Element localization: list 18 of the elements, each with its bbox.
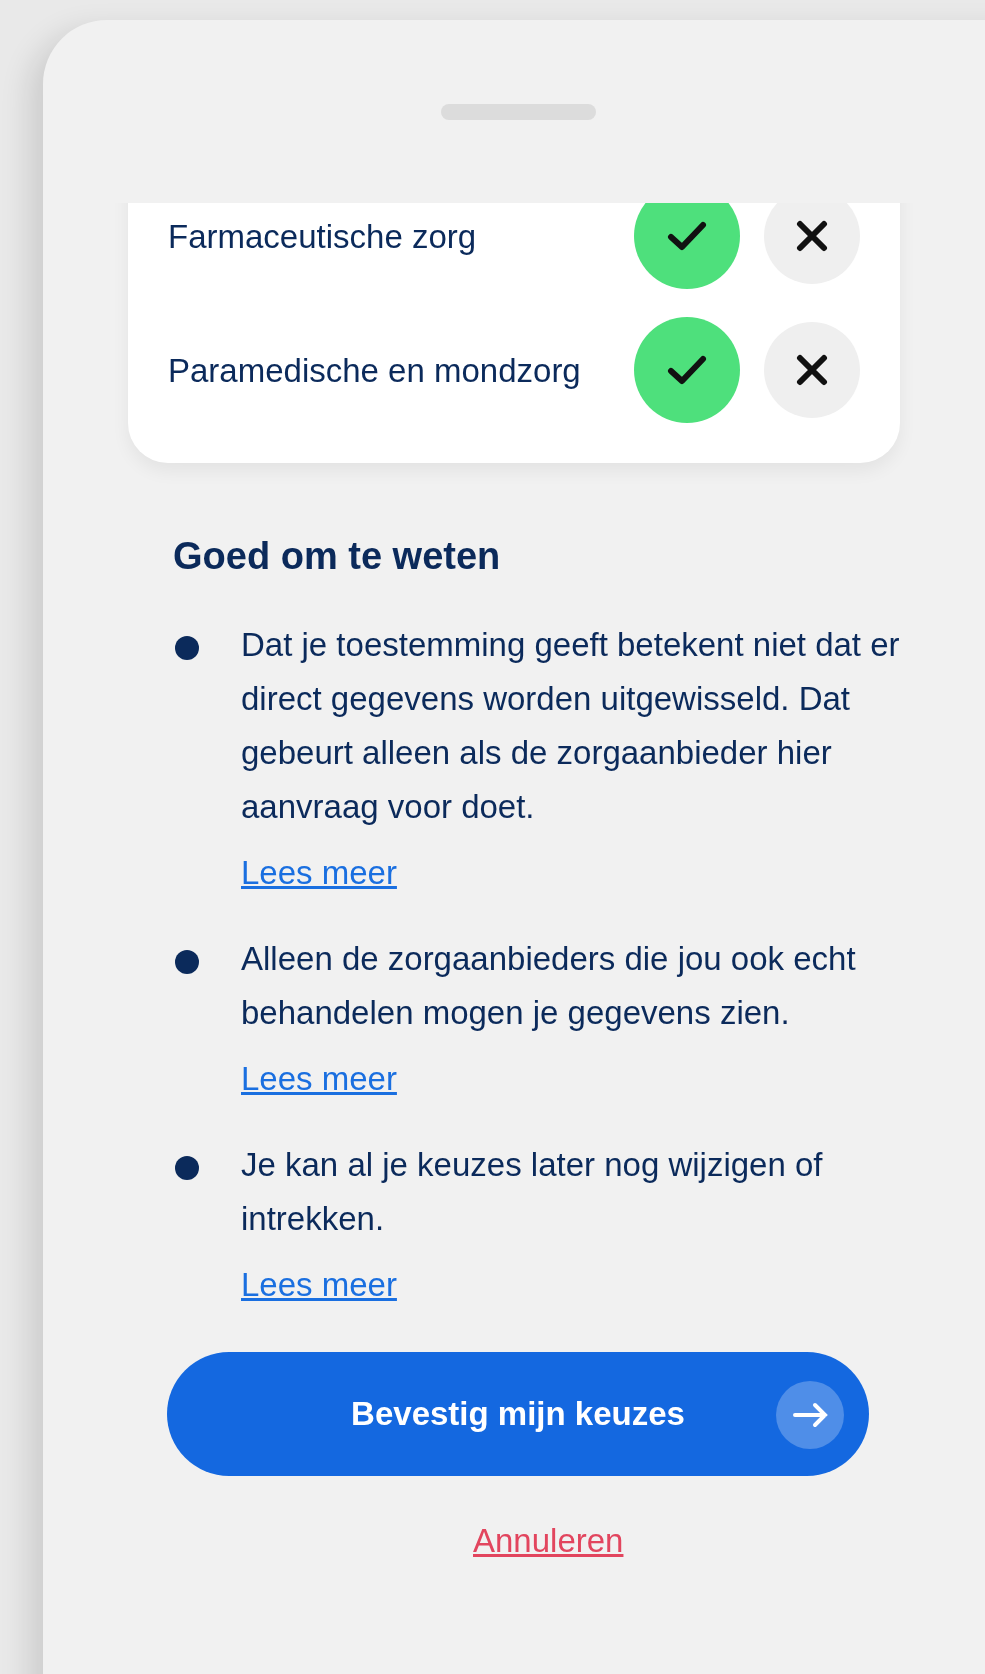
info-text: Je kan al je keuzes later nog wijzigen of intrekken. <box>241 1145 824 1239</box>
close-icon <box>796 354 828 386</box>
bullet-icon <box>175 636 199 660</box>
confirm-button[interactable]: Bevestig mijn keuzes <box>167 1352 869 1476</box>
read-more-link[interactable]: Lees meer <box>241 1060 397 1098</box>
close-icon <box>796 220 828 252</box>
consent-label: Farmaceutische zorg <box>168 216 478 257</box>
section-heading: Goed om te weten <box>173 535 502 578</box>
read-more-link[interactable]: Lees meer <box>241 1266 397 1304</box>
consent-label: Paramedische en mondzorg <box>168 350 582 391</box>
info-text: Dat je toestemming geeft betekent niet dat er direct gegevens worden uitgewisseld. Dat gebeurt alleen als de zorgaanbieder hier aanvraag voor doet. <box>241 625 901 827</box>
bullet-icon <box>175 1156 199 1180</box>
check-icon <box>667 354 707 386</box>
cancel-link[interactable]: Annuleren <box>473 1522 624 1560</box>
bullet-icon <box>175 950 199 974</box>
check-icon <box>667 220 707 252</box>
read-more-link[interactable]: Lees meer <box>241 854 397 892</box>
info-text: Alleen de zorgaanbieders die jou ook echt behandelen mogen je gegevens zien. <box>241 939 857 1033</box>
